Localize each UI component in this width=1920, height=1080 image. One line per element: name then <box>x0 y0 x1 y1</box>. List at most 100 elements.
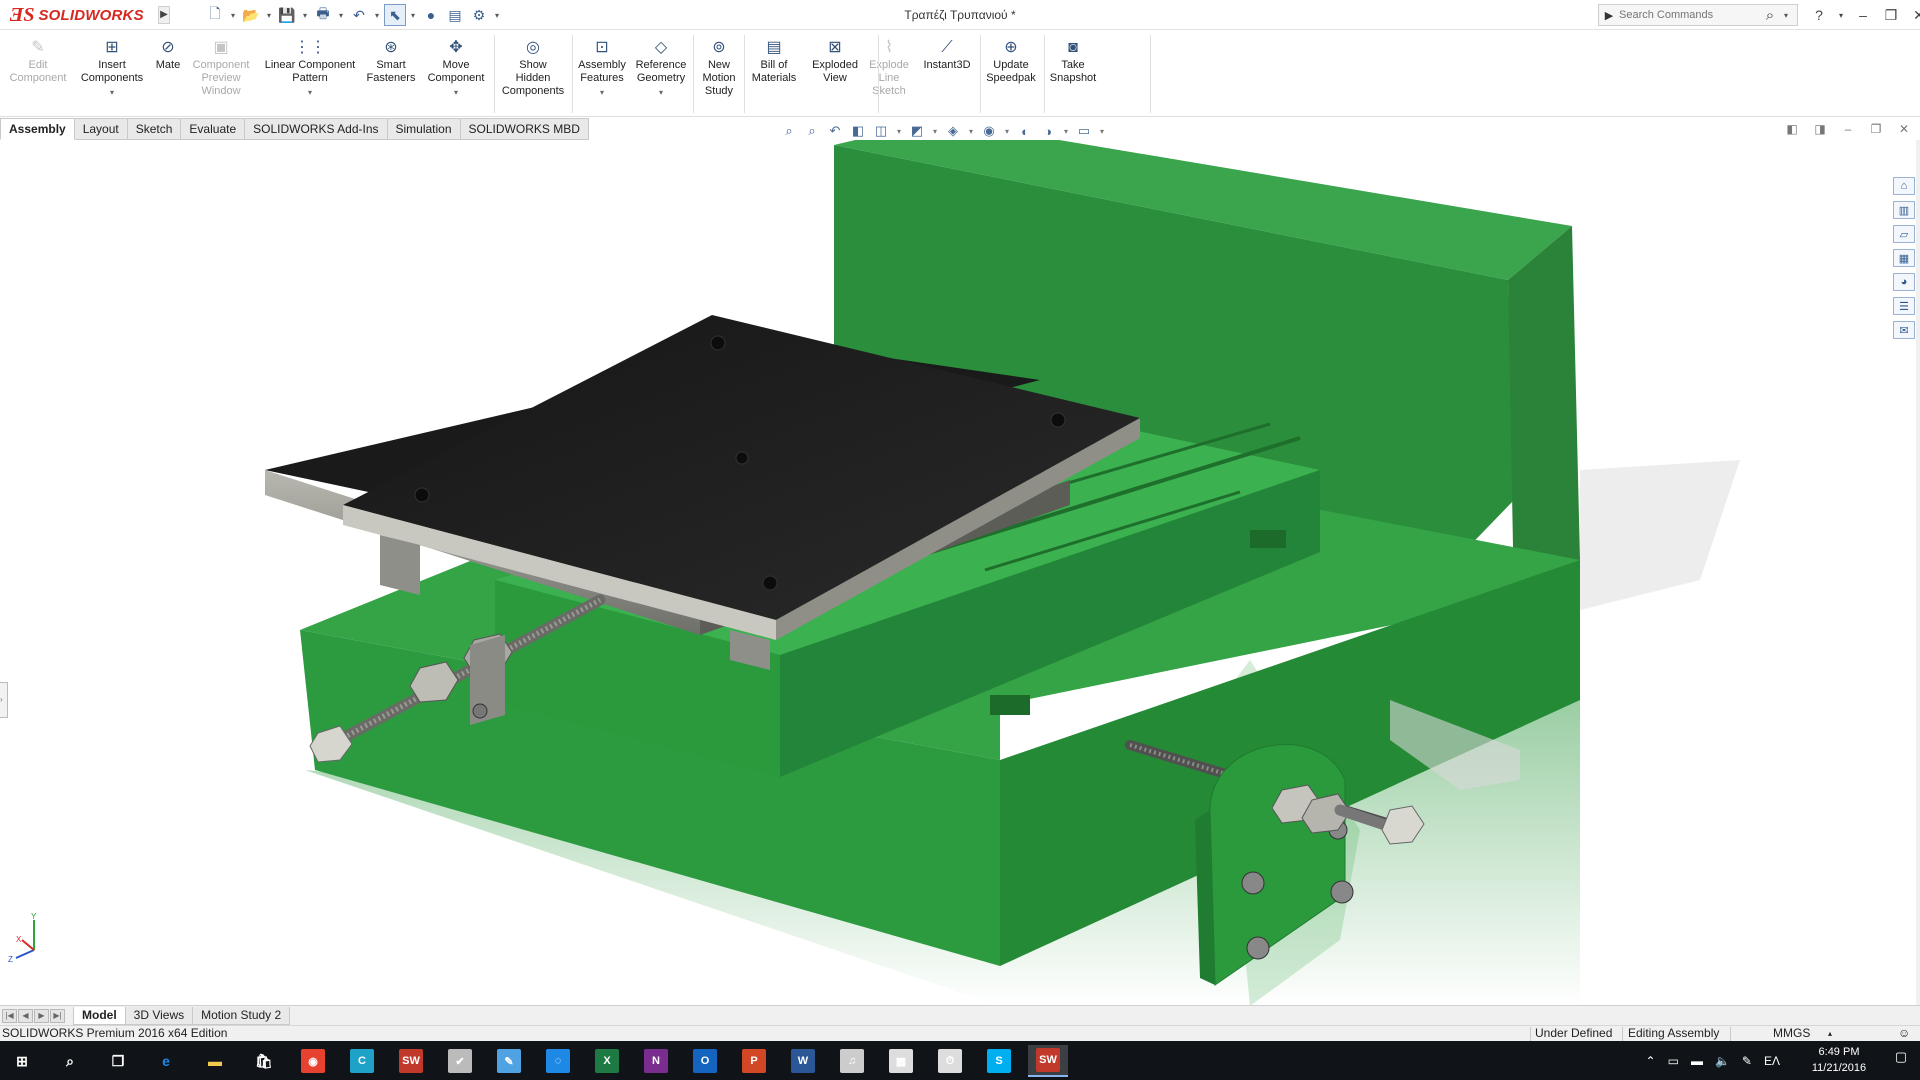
search-commands-input[interactable] <box>1619 9 1759 21</box>
next-tab-icon[interactable]: ▶ <box>34 1008 49 1023</box>
first-tab-icon[interactable]: |◀ <box>2 1008 17 1023</box>
language-indicator[interactable]: ΕΛ <box>1764 1054 1780 1068</box>
linear-component-pattern-button[interactable]: ⋮⋮ Linear Component Pattern ▾ <box>258 37 362 117</box>
open-folder-icon[interactable]: 📂 <box>240 4 262 26</box>
take-snapshot-button[interactable]: ◙ Take Snapshot <box>1042 37 1104 117</box>
taskbar-app[interactable]: N <box>636 1045 676 1077</box>
chevron-down-icon[interactable]: ▾ <box>931 122 939 140</box>
file-explorer-icon[interactable]: ▱ <box>1893 225 1915 243</box>
minimize-icon[interactable]: – <box>1852 7 1874 23</box>
taskbar-app[interactable]: ▬ <box>195 1045 235 1077</box>
tab-solidworks-mbd[interactable]: SOLIDWORKS MBD <box>460 118 589 140</box>
view-palette-icon[interactable]: ▦ <box>1893 249 1915 267</box>
last-tab-icon[interactable]: ▶| <box>50 1008 65 1023</box>
component-preview-window-button[interactable]: ▣ Component Preview Window <box>184 37 258 117</box>
taskbar-app[interactable]: W <box>783 1045 823 1077</box>
taskbar-app[interactable]: O <box>685 1045 725 1077</box>
print-icon[interactable]: 🖶 <box>312 4 334 26</box>
update-speedpak-button[interactable]: ⊕ Update Speedpak <box>980 37 1042 117</box>
edit-component-button[interactable]: ✎ Edit Component <box>2 37 74 117</box>
menu-expand-arrow[interactable]: ▶ <box>158 6 170 24</box>
chevron-down-icon[interactable]: ▾ <box>1062 122 1070 140</box>
edit-appearance-icon[interactable]: ◐ <box>1016 122 1034 140</box>
design-library-icon[interactable]: ▥ <box>1893 201 1915 219</box>
previous-view-icon[interactable]: ↶ <box>826 122 844 140</box>
hide-show-items-icon[interactable]: ◉ <box>980 122 998 140</box>
chevron-down-icon[interactable]: ▾ <box>336 11 346 20</box>
insert-components-button[interactable]: ⊞ Insert Components ▾ <box>77 37 147 117</box>
tab-solidworks-add-ins[interactable]: SOLIDWORKS Add-Ins <box>245 118 388 140</box>
close-icon[interactable]: ✕ <box>1908 7 1920 24</box>
search-commands[interactable]: ▶ ⌕ ▾ <box>1598 4 1798 26</box>
model-tab-model[interactable]: Model <box>73 1006 126 1025</box>
chevron-down-icon[interactable]: ▾ <box>308 86 312 99</box>
chevron-down-icon[interactable]: ▾ <box>600 86 604 99</box>
undo-icon[interactable]: ↶ <box>348 4 370 26</box>
volume-icon[interactable]: 🔈 <box>1715 1054 1730 1068</box>
options-gear-icon[interactable]: ⚙ <box>468 4 490 26</box>
action-center-icon[interactable]: ▢ <box>1890 1049 1912 1071</box>
chevron-down-icon[interactable]: ▾ <box>110 86 114 99</box>
taskbar-app[interactable]: P <box>734 1045 774 1077</box>
save-icon[interactable]: 💾 <box>276 4 298 26</box>
viewport-restore-icon[interactable]: ❐ <box>1868 122 1884 136</box>
new-document-icon[interactable]: 🗋 <box>204 4 226 26</box>
chevron-down-icon[interactable]: ▾ <box>454 86 458 99</box>
chevron-down-icon[interactable]: ▾ <box>228 11 238 20</box>
appearances-icon[interactable]: ◕ <box>1893 273 1915 291</box>
instant3d-button[interactable]: ⟋ Instant3D <box>915 37 979 117</box>
help-icon[interactable]: ? <box>1808 7 1830 23</box>
viewport-minimize-icon[interactable]: – <box>1840 122 1856 136</box>
taskbar-app[interactable]: S <box>979 1045 1019 1077</box>
taskbar-app[interactable]: ◌ <box>538 1045 578 1077</box>
bill-of-materials-button[interactable]: ▤ Bill of Materials <box>743 37 805 117</box>
move-component-button[interactable]: ✥ Move Component ▾ <box>423 37 489 117</box>
taskbar-app[interactable]: 🛍 <box>244 1045 284 1077</box>
taskbar-app[interactable]: ⏱ <box>930 1045 970 1077</box>
file-properties-icon[interactable]: ▤ <box>444 4 466 26</box>
search-icon[interactable]: ⌕ <box>1759 7 1781 24</box>
taskbar-app[interactable]: ✔ <box>440 1045 480 1077</box>
taskbar-app[interactable]: ❐ <box>98 1045 138 1077</box>
taskbar-app[interactable]: SW <box>391 1045 431 1077</box>
taskbar-app[interactable]: ⊞ <box>2 1045 42 1077</box>
dynamic-annotation-icon[interactable]: ◫ <box>872 122 890 140</box>
chevron-down-icon[interactable]: ▾ <box>1003 122 1011 140</box>
view-settings-icon[interactable]: ▭ <box>1075 122 1093 140</box>
tab-simulation[interactable]: Simulation <box>387 118 461 140</box>
graphics-area[interactable]: › <box>0 140 1890 1006</box>
smart-fasteners-button[interactable]: ⊛ Smart Fasteners <box>360 37 422 117</box>
explode-line-sketch-button[interactable]: ⌇ Explode Line Sketch <box>861 37 917 117</box>
chevron-down-icon[interactable]: ▾ <box>300 11 310 20</box>
tab-assembly[interactable]: Assembly <box>0 118 75 140</box>
taskbar-app[interactable]: ◉ <box>293 1045 333 1077</box>
tab-evaluate[interactable]: Evaluate <box>181 118 246 140</box>
forum-icon[interactable]: ✉ <box>1893 321 1915 339</box>
restore-icon[interactable]: ❐ <box>1880 7 1902 24</box>
prev-tab-icon[interactable]: ◀ <box>18 1008 33 1023</box>
view-orientation-icon[interactable]: ◩ <box>908 122 926 140</box>
assembly-model[interactable] <box>0 140 1890 1006</box>
taskbar-app[interactable]: ▦ <box>881 1045 921 1077</box>
units-selector[interactable]: MMGS <box>1773 1026 1810 1041</box>
tab-layout[interactable]: Layout <box>74 118 128 140</box>
chevron-down-icon[interactable]: ▾ <box>1098 122 1106 140</box>
solidworks-logo[interactable]: ƎS SOLIDWORKS <box>10 3 152 28</box>
apply-scene-icon[interactable]: ◑ <box>1039 122 1057 140</box>
chevron-down-icon[interactable]: ▾ <box>967 122 975 140</box>
taskbar-app[interactable]: SW <box>1028 1045 1068 1077</box>
section-view-icon[interactable]: ◧ <box>849 122 867 140</box>
network-icon[interactable]: ▭ <box>1668 1054 1679 1068</box>
taskbar-app[interactable]: ♫ <box>832 1045 872 1077</box>
exploded-view-button[interactable]: ⊠ Exploded View <box>805 37 865 117</box>
show-hidden-components-button[interactable]: ◎ Show Hidden Components <box>495 37 571 117</box>
chevron-up-icon[interactable]: ⌃ <box>1646 1054 1656 1068</box>
viewport-close-icon[interactable]: ✕ <box>1896 122 1912 136</box>
chevron-down-icon[interactable]: ▾ <box>659 86 663 99</box>
customize-status-icon[interactable]: ☺ <box>1898 1026 1910 1041</box>
custom-properties-icon[interactable]: ☰ <box>1893 297 1915 315</box>
pane-left-icon[interactable]: ◧ <box>1784 122 1800 136</box>
taskbar-app[interactable]: e <box>146 1045 186 1077</box>
pen-icon[interactable]: ✎ <box>1742 1054 1752 1068</box>
taskbar-app[interactable]: X <box>587 1045 627 1077</box>
